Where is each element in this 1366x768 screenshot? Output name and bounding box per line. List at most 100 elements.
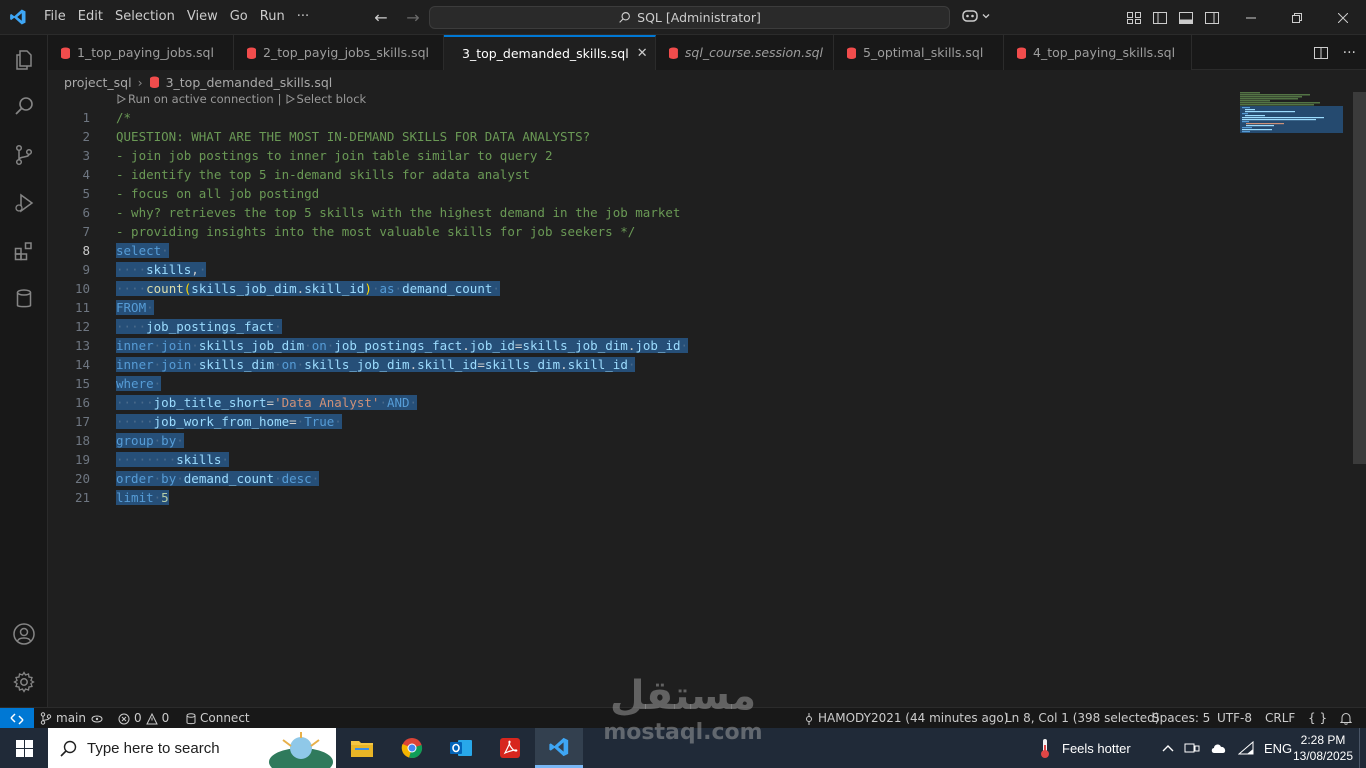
select-block-link[interactable]: Select block — [297, 92, 367, 106]
code-line[interactable]: 14 inner·join·skills_dim·on·skills_job_di… — [48, 355, 1338, 374]
code-line[interactable]: 13 inner·join·skills_job_dim·on·job_posti… — [48, 336, 1338, 355]
code-line[interactable]: 17 ·····job_work_from_home=·True· — [48, 412, 1338, 431]
breadcrumb-folder[interactable]: project_sql — [64, 75, 132, 90]
git-blame-indicator[interactable]: HAMODY2021 (44 minutes ago) — [804, 708, 1008, 729]
gear-icon[interactable] — [0, 658, 48, 706]
code-line[interactable]: 2 QUESTION: WHAT ARE THE MOST IN-DEMAND S… — [48, 127, 1338, 146]
line-number: 9 — [82, 262, 90, 277]
taskbar-outlook[interactable] — [437, 728, 485, 768]
code-text: limit·5 — [116, 490, 169, 505]
tab-2-top-payig-jobs-skills[interactable]: 2_top_payig_jobs_skills.sql — [234, 35, 444, 70]
database-icon[interactable] — [0, 275, 48, 323]
more-actions-icon[interactable]: ··· — [1343, 45, 1356, 61]
tab-sql-course-session[interactable]: sql_course.session.sql — [656, 35, 834, 70]
toggle-primary-sidebar-icon[interactable] — [1152, 10, 1168, 26]
menu-more[interactable]: ··· — [291, 5, 315, 29]
toggle-panel-icon[interactable] — [1178, 10, 1194, 26]
taskbar-file-explorer[interactable] — [338, 728, 386, 768]
menu-view[interactable]: View — [181, 5, 224, 29]
taskbar-chrome[interactable] — [388, 728, 436, 768]
close-window-button[interactable] — [1320, 0, 1366, 35]
branch-indicator[interactable]: main — [40, 708, 104, 729]
cloud-icon[interactable] — [1210, 742, 1228, 754]
code-text: - providing insights into the most valua… — [116, 224, 636, 239]
language-mode-button[interactable]: { } — [1308, 708, 1327, 729]
code-text: order·by·demand_count·desc· — [116, 471, 320, 486]
menu-go[interactable]: Go — [224, 5, 254, 29]
eol-setting[interactable]: CRLF — [1265, 708, 1295, 729]
weather-widget[interactable]: Feels hotter — [1036, 728, 1131, 768]
run-on-active-connection-link[interactable]: Run on active connection — [128, 92, 274, 106]
problems-indicator[interactable]: 0 0 — [118, 708, 169, 729]
code-line[interactable]: 9 ····skills,· — [48, 260, 1338, 279]
start-button[interactable] — [0, 728, 48, 768]
line-number: 2 — [82, 129, 90, 144]
explorer-icon[interactable] — [0, 36, 48, 84]
show-desktop-button[interactable] — [1359, 728, 1364, 768]
code-line[interactable]: 18 group·by· — [48, 431, 1338, 450]
chevron-up-icon[interactable] — [1162, 743, 1174, 753]
network-device-icon[interactable] — [1184, 741, 1200, 755]
code-lens-separator: | — [277, 92, 282, 106]
split-editor-icon[interactable] — [1313, 45, 1329, 61]
forward-arrow-icon[interactable]: → — [402, 8, 424, 27]
wifi-icon[interactable] — [1238, 741, 1254, 755]
extensions-icon[interactable] — [0, 227, 48, 275]
minimap[interactable] — [1240, 92, 1345, 137]
cursor-position[interactable]: Ln 8, Col 1 (398 selected) — [1005, 708, 1159, 729]
menu-edit[interactable]: Edit — [72, 5, 109, 29]
code-line[interactable]: 4 - identify the top 5 in-demand skills f… — [48, 165, 1338, 184]
connect-button[interactable]: Connect — [186, 708, 250, 729]
source-control-icon[interactable] — [0, 131, 48, 179]
code-line[interactable]: 20 order·by·demand_count·desc· — [48, 469, 1338, 488]
taskbar-vscode[interactable] — [535, 728, 583, 768]
code-line[interactable]: 16 ·····job_title_short='Data Analyst'·AN… — [48, 393, 1338, 412]
code-line[interactable]: 15 where· — [48, 374, 1338, 393]
menu-run[interactable]: Run — [254, 5, 291, 29]
input-language[interactable]: ENG — [1264, 741, 1292, 756]
accounts-icon[interactable] — [0, 610, 48, 658]
pdf-icon — [500, 738, 520, 758]
remote-indicator-button[interactable] — [0, 708, 34, 729]
notifications-button[interactable] — [1340, 708, 1352, 729]
code-text: - focus on all job postingd — [116, 186, 320, 201]
code-line[interactable]: 19 ········skills· — [48, 450, 1338, 469]
code-line[interactable]: 7 - providing insights into the most valu… — [48, 222, 1338, 241]
customize-layout-icon[interactable] — [1126, 10, 1142, 26]
encoding-setting[interactable]: UTF-8 — [1217, 708, 1252, 729]
code-line[interactable]: 12 ····job_postings_fact· — [48, 317, 1338, 336]
toggle-secondary-sidebar-icon[interactable] — [1204, 10, 1220, 26]
search-icon[interactable] — [0, 82, 48, 130]
taskbar-acrobat[interactable] — [486, 728, 534, 768]
clock[interactable]: 2:28 PM 13/08/2025 — [1292, 732, 1354, 764]
tab-1-top-paying-jobs[interactable]: 1_top_paying_jobs.sql — [48, 35, 234, 70]
code-line[interactable]: 11 FROM· — [48, 298, 1338, 317]
code-line[interactable]: 3 - join job postings to inner join table… — [48, 146, 1338, 165]
command-center-search[interactable]: SQL [Administrator] — [429, 6, 950, 29]
code-line[interactable]: 1 /* — [48, 108, 1338, 127]
menu-file[interactable]: File — [38, 5, 72, 29]
tab-3-top-demanded-skills[interactable]: 3_top_demanded_skills.sql ✕ — [444, 35, 656, 70]
indentation-setting[interactable]: Spaces: 5 — [1152, 708, 1210, 729]
code-line[interactable]: 5 - focus on all job postingd — [48, 184, 1338, 203]
code-editor[interactable]: 1 /* 2 QUESTION: WHAT ARE THE MOST IN-DEMAN… — [48, 108, 1353, 705]
menu-selection[interactable]: Selection — [109, 5, 181, 29]
code-line[interactable]: 8 select· — [48, 241, 1338, 260]
breadcrumb-file[interactable]: 3_top_demanded_skills.sql — [166, 75, 333, 90]
tab-5-optimal-skills[interactable]: 5_optimal_skills.sql — [834, 35, 1004, 70]
scrollbar-thumb[interactable] — [1353, 92, 1366, 464]
run-and-debug-icon[interactable] — [0, 179, 48, 227]
close-tab-icon[interactable]: ✕ — [637, 46, 648, 61]
minimize-button[interactable] — [1228, 0, 1274, 35]
code-line[interactable]: 6 - why? retrieves the top 5 skills with … — [48, 203, 1338, 222]
copilot-button[interactable] — [961, 8, 991, 24]
code-line[interactable]: 21 limit·5 — [48, 488, 1338, 507]
restore-button[interactable] — [1274, 0, 1320, 35]
tab-4-top-paying-skills[interactable]: 4_top_paying_skills.sql — [1004, 35, 1192, 70]
code-text: - why? retrieves the top 5 skills with t… — [116, 205, 681, 220]
git-blame-text: HAMODY2021 (44 minutes ago) — [818, 711, 1009, 725]
taskbar-search-input[interactable]: Type here to search — [48, 728, 336, 768]
code-line[interactable]: 10 ····count(skills_job_dim.skill_id)·as·… — [48, 279, 1338, 298]
line-number: 5 — [82, 186, 90, 201]
back-arrow-icon[interactable]: ← — [370, 8, 392, 27]
